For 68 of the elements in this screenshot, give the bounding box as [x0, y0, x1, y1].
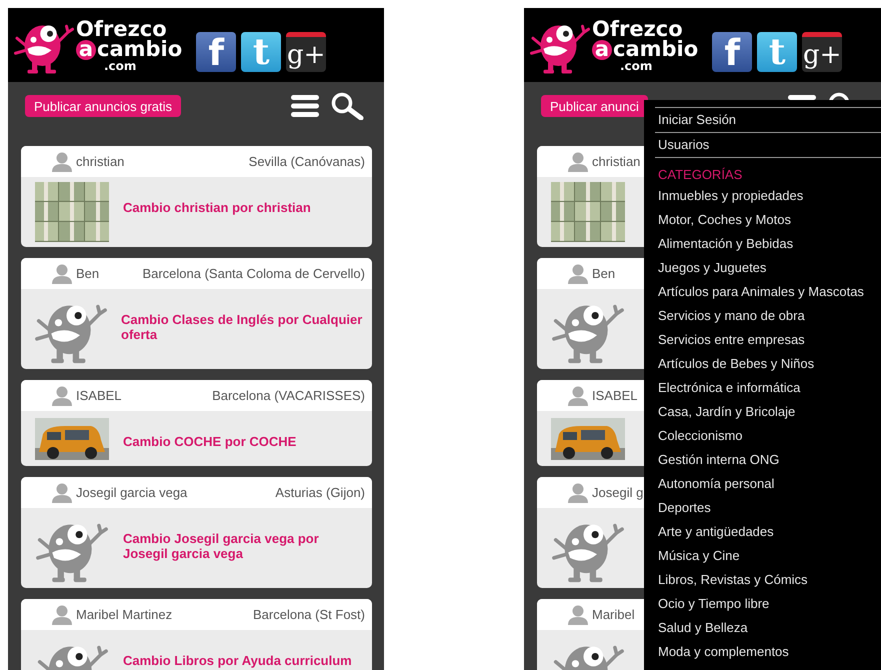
user-icon [52, 152, 72, 172]
menu-item[interactable]: Iniciar Sesión [655, 108, 881, 133]
user-name: Maribel Martinez [76, 607, 172, 622]
site-logo[interactable]: Ofrezco a cambio .com [530, 15, 698, 75]
user-icon [568, 604, 588, 624]
ad-title-link[interactable]: Cambio Libros por Ayuda curriculum [123, 653, 352, 668]
category-link[interactable]: Arte y antigüedades [644, 520, 774, 544]
location: Asturias (Gijon) [275, 485, 365, 500]
facebook-link[interactable]: f [712, 32, 752, 72]
user-name: Ben [76, 266, 100, 281]
location: Barcelona (VACARISSES) [212, 388, 365, 403]
googleplus-link[interactable]: g+ [802, 32, 842, 72]
category-link[interactable]: Libros, Revistas y Cómics [644, 568, 808, 592]
user-icon [568, 386, 588, 406]
user-icon [568, 152, 588, 172]
section-heading: CATEGORÍAS [658, 166, 744, 184]
user-icon [568, 482, 588, 502]
user-name: Ben [592, 266, 616, 281]
category-link[interactable]: Alimentación y Bebidas [644, 232, 794, 256]
user-name: christian [76, 154, 124, 169]
location: Sevilla (Canóvanas) [248, 154, 365, 169]
user-name: Josegil g [592, 485, 644, 500]
ad-card[interactable]: ISABEL Barcelona (VACARISSES) Cambio COCHE por COCHE [21, 380, 372, 466]
menu-icon[interactable] [291, 95, 319, 117]
category-link[interactable]: Servicios y mano de obra [644, 304, 805, 328]
publish-button[interactable]: Publicar anunci [541, 95, 648, 117]
category-link[interactable]: Casa, Jardín y Bricolaje [644, 400, 796, 424]
category-link[interactable]: Ocio y Tiempo libre [644, 592, 770, 616]
ad-card[interactable]: Maribel Martinez Barcelona (St Fost) Cambio Libros por Ayuda curriculum [21, 599, 372, 670]
ad-title-link[interactable]: Cambio christian por christian [123, 200, 311, 215]
facebook-link[interactable]: f [196, 32, 236, 72]
publish-button[interactable]: Publicar anuncios gratis [25, 95, 182, 117]
category-link[interactable]: Salud y Belleza [644, 616, 748, 640]
user-name: Josegil garcia vega [76, 485, 188, 500]
category-link[interactable]: Deportes [644, 496, 711, 520]
user-name: ISABEL [76, 388, 122, 403]
location: Barcelona (St Fost) [253, 607, 365, 622]
user-icon [52, 482, 72, 502]
ad-title-link[interactable]: Cambio COCHE por COCHE [123, 434, 296, 449]
category-link[interactable]: Gestión interna ONG [644, 448, 780, 472]
category-link[interactable]: Electrónica e informática [644, 376, 800, 400]
user-name: Maribel [592, 607, 635, 622]
ad-title-link[interactable]: Cambio Josegil garcia vega por Josegil garcia vega [123, 531, 319, 561]
category-link[interactable]: Música y Cine [644, 544, 740, 568]
category-link[interactable]: Motor, Coches y Motos [644, 208, 791, 232]
site-logo[interactable]: Ofrezco a cambio .com [14, 15, 182, 75]
ad-card[interactable]: christian Sevilla (Canóvanas) Cambio christian por christian [21, 146, 372, 247]
googleplus-link[interactable]: g+ [286, 32, 326, 72]
ad-card[interactable]: Josegil garcia vega Asturias (Gijon) Cambio Josegil garcia vega por Josegil garcia vega [21, 477, 372, 588]
category-link[interactable]: Servicios entre empresas [644, 328, 805, 352]
user-icon [52, 604, 72, 624]
category-link[interactable]: Inmuebles y propiedades [644, 184, 804, 208]
category-link[interactable]: Autonomía personal [644, 472, 774, 496]
ad-card[interactable]: Ben Barcelona (Santa Coloma de Cervello) Cambio Clases de Inglés por Cualquier oferta [21, 258, 372, 369]
user-icon [568, 264, 588, 284]
user-name: ISABEL [592, 388, 638, 403]
ad-title-link[interactable]: Cambio Clases de Inglés por Cualquier oferta [121, 312, 362, 342]
user-icon [52, 386, 72, 406]
user-icon [52, 264, 72, 284]
user-name: christian [592, 154, 640, 169]
location: Barcelona (Santa Coloma de Cervello) [142, 266, 365, 281]
category-link[interactable]: Moda y complementos [644, 640, 789, 664]
category-link[interactable]: Juegos y Juguetes [644, 256, 766, 280]
search-icon[interactable] [331, 92, 364, 120]
menu-item[interactable]: Usuarios [655, 133, 881, 158]
category-link[interactable]: Artículos de Bebes y Niños [644, 352, 814, 376]
category-link[interactable]: Coleccionismo [644, 424, 743, 448]
category-link[interactable]: Artículos para Animales y Mascotas [644, 280, 864, 304]
